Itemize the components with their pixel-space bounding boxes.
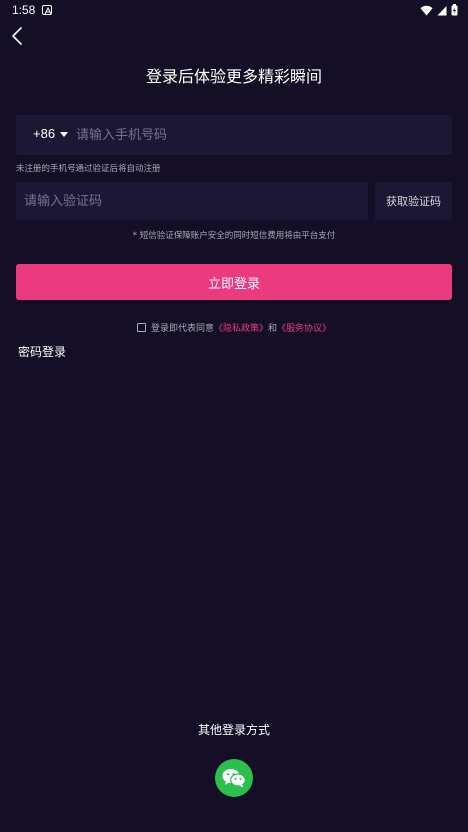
wechat-login-button[interactable]: [215, 759, 253, 797]
country-code-selector[interactable]: +86: [33, 126, 55, 141]
phone-input[interactable]: [76, 115, 446, 155]
notification-app-icon: [42, 5, 52, 15]
agreement-checkbox[interactable]: [136, 323, 146, 332]
login-page: 1:58 登录后体验更多精彩瞬间 +86 未注册的手机: [0, 0, 468, 832]
agreement-prefix: 登录即代表同意: [150, 324, 214, 334]
password-login-link[interactable]: 密码登录: [18, 343, 66, 360]
sms-hint: * 短信验证保障账户安全的同时短信费用将由平台支付: [132, 231, 336, 241]
page-title: 登录后体验更多精彩瞬间: [145, 67, 322, 86]
verification-code-input[interactable]: [24, 182, 364, 220]
login-button[interactable]: 立即登录: [16, 264, 452, 300]
signal-icon: [437, 5, 447, 15]
chevron-left-icon: [12, 27, 22, 45]
code-input-row: [16, 182, 368, 220]
caret-down-icon[interactable]: [60, 132, 68, 137]
wifi-icon: [420, 5, 433, 15]
get-code-button[interactable]: 获取验证码: [375, 182, 452, 220]
wechat-icon: [222, 769, 246, 788]
unregistered-hint: 未注册的手机号通过验证后将自动注册: [16, 164, 161, 174]
status-bar: 1:58: [0, 0, 468, 22]
status-icons: [420, 4, 458, 16]
battery-icon: [451, 4, 458, 16]
agreement-row: 登录即代表同意 《隐私政策》 和 《服务协议》: [0, 321, 468, 334]
agreement-conjunction: 和: [268, 324, 278, 334]
status-time: 1:58: [12, 3, 36, 17]
phone-input-row: +86: [16, 115, 452, 155]
other-login-title: 其他登录方式: [197, 723, 270, 737]
back-button[interactable]: [6, 24, 28, 48]
privacy-policy-link[interactable]: 《隐私政策》: [214, 321, 268, 334]
service-agreement-link[interactable]: 《服务协议》: [277, 321, 331, 334]
